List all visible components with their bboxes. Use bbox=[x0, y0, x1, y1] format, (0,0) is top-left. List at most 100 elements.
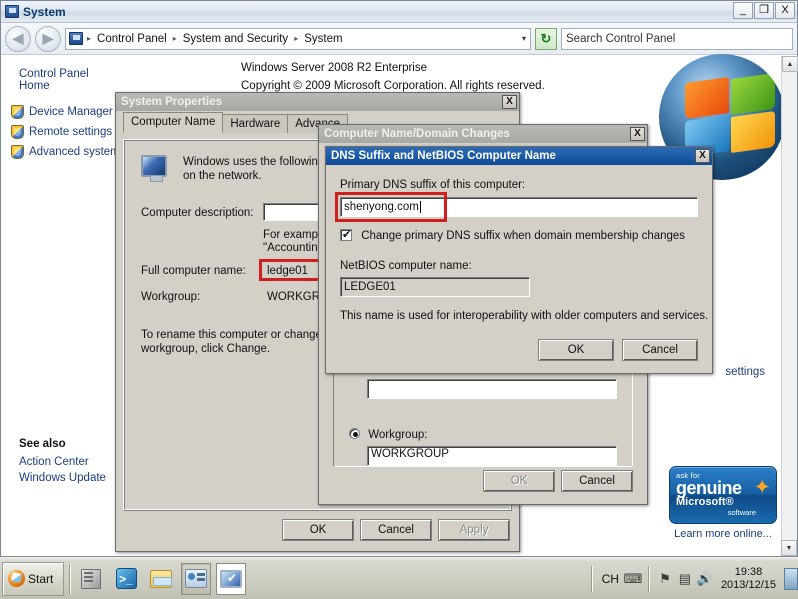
address-bar[interactable]: ▸ Control Panel ▸ System and Security ▸ … bbox=[65, 27, 531, 50]
vertical-scrollbar[interactable]: ▲ ▼ bbox=[781, 56, 798, 556]
dialog-title: System Properties bbox=[121, 96, 222, 108]
example-line-2: "Accounting bbox=[263, 242, 324, 254]
see-also-section: See also Action Center Windows Update bbox=[19, 438, 106, 486]
shield-icon bbox=[11, 125, 24, 139]
show-desktop-button[interactable] bbox=[784, 567, 798, 590]
start-button-label: Start bbox=[28, 571, 54, 586]
taskbar-window-server-manager[interactable] bbox=[181, 562, 211, 595]
tray-divider bbox=[590, 565, 593, 592]
close-icon[interactable]: X bbox=[695, 149, 710, 163]
see-also-action-center[interactable]: Action Center bbox=[19, 454, 106, 470]
forward-button[interactable]: ▶ bbox=[35, 25, 61, 52]
dns-dialog-buttons: OK Cancel bbox=[538, 339, 698, 361]
settings-link-fragment[interactable]: settings bbox=[725, 366, 765, 378]
clock-date: 2013/12/15 bbox=[720, 578, 776, 591]
close-icon[interactable]: X bbox=[502, 95, 517, 109]
domain-input[interactable] bbox=[367, 379, 617, 399]
tray-divider bbox=[647, 565, 650, 592]
scroll-up-icon[interactable]: ▲ bbox=[782, 56, 798, 72]
dns-dialog-body: Primary DNS suffix of this computer: she… bbox=[326, 165, 712, 373]
system-tray: CH ⌨ ⚑ ▤ 🔊 19:38 2013/12/15 bbox=[586, 562, 798, 596]
network-icon[interactable]: ▤ bbox=[675, 569, 695, 589]
taskbar-item-powershell[interactable]: >_ bbox=[111, 563, 141, 595]
workgroup-radio-label: Workgroup: bbox=[368, 429, 428, 441]
genuine-microsoft-section: ask for genuine Microsoft® software ✦ Le… bbox=[663, 466, 783, 540]
dns-suffix-netbios-dialog: DNS Suffix and NetBIOS Computer Name X P… bbox=[325, 146, 713, 374]
netbios-name-input[interactable]: LEDGE01 bbox=[340, 277, 530, 297]
taskbar-item-server-manager[interactable] bbox=[76, 563, 106, 595]
tab-computer-name[interactable]: Computer Name bbox=[123, 112, 224, 133]
workgroup-input[interactable]: WORKGROUP bbox=[367, 446, 617, 466]
breadcrumb-system-and-security[interactable]: System and Security bbox=[181, 32, 290, 46]
scroll-down-icon[interactable]: ▼ bbox=[781, 540, 797, 556]
taskbar-divider bbox=[69, 563, 71, 594]
cndc-titlebar: Computer Name/Domain Changes X bbox=[319, 125, 647, 143]
cancel-button[interactable]: Cancel bbox=[622, 339, 698, 361]
refresh-icon[interactable]: ↻ bbox=[535, 27, 557, 50]
explorer-titlebar: System _ ❐ X bbox=[1, 1, 797, 23]
workgroup-label: Workgroup: bbox=[141, 291, 201, 303]
star-icon: ✦ bbox=[753, 476, 771, 499]
taskbar: Start >_ CH ⌨ ⚑ ▤ 🔊 19:38 2013/12/15 bbox=[0, 557, 798, 599]
flag-icon[interactable]: ⚑ bbox=[655, 569, 675, 589]
explorer-toolbar: ◀ ▶ ▸ Control Panel ▸ System and Securit… bbox=[1, 23, 797, 55]
keyboard-icon[interactable]: ⌨ bbox=[623, 569, 643, 589]
computer-icon bbox=[141, 155, 167, 182]
learn-more-online-link[interactable]: Learn more online... bbox=[663, 524, 783, 540]
os-copyright: Copyright © 2009 Microsoft Corporation. … bbox=[241, 80, 545, 92]
system-properties-titlebar: System Properties X bbox=[116, 93, 519, 111]
genuine-microsoft-badge: ask for genuine Microsoft® software ✦ bbox=[669, 466, 777, 524]
back-button[interactable]: ◀ bbox=[5, 25, 31, 52]
genuine-software-word: software bbox=[727, 508, 756, 517]
volume-muted-icon[interactable]: 🔊 bbox=[695, 569, 715, 589]
search-input[interactable]: Search Control Panel bbox=[561, 27, 793, 50]
windows-start-orb-icon bbox=[8, 570, 25, 587]
full-computer-name-highlight bbox=[259, 259, 321, 281]
clock[interactable]: 19:38 2013/12/15 bbox=[715, 566, 782, 592]
sidebar-item-remote-settings[interactable]: Remote settings bbox=[1, 122, 119, 142]
sidebar-item-advanced-system[interactable]: Advanced system bbox=[1, 142, 120, 162]
change-dns-suffix-label: Change primary DNS suffix when domain me… bbox=[361, 230, 686, 242]
window-title: System bbox=[23, 4, 66, 19]
computer-description-label: Computer description: bbox=[141, 207, 254, 219]
radio-selected-icon bbox=[349, 428, 360, 439]
cancel-button[interactable]: Cancel bbox=[360, 519, 432, 541]
rename-hint-line-1: To rename this computer or change its bbox=[141, 329, 337, 341]
breadcrumb-separator: ▸ bbox=[294, 34, 299, 43]
workgroup-radio[interactable]: Workgroup: bbox=[349, 428, 427, 441]
window-controls: _ ❐ X bbox=[733, 2, 795, 19]
sidebar-item-control-panel-home[interactable]: Control Panel Home bbox=[1, 66, 119, 102]
quick-launch-bar: >_ bbox=[76, 562, 246, 595]
close-icon[interactable]: X bbox=[630, 127, 645, 141]
tab-hardware[interactable]: Hardware bbox=[222, 114, 289, 133]
breadcrumb-control-panel[interactable]: Control Panel bbox=[95, 32, 169, 46]
cancel-button[interactable]: Cancel bbox=[561, 470, 633, 492]
taskbar-window-system[interactable] bbox=[216, 562, 246, 595]
netbios-name-label: NetBIOS computer name: bbox=[340, 260, 472, 272]
chevron-down-icon[interactable]: ▾ bbox=[522, 34, 526, 43]
primary-dns-suffix-highlight bbox=[335, 192, 447, 222]
netbios-note: This name is used for interoperability w… bbox=[340, 310, 709, 322]
breadcrumb-system[interactable]: System bbox=[302, 32, 344, 46]
close-button[interactable]: X bbox=[775, 2, 795, 19]
sidebar-item-label: Remote settings bbox=[29, 126, 113, 138]
sidebar-item-label: Device Manager bbox=[29, 106, 113, 118]
language-indicator[interactable]: CH bbox=[598, 572, 623, 586]
change-dns-suffix-checkbox[interactable]: Change primary DNS suffix when domain me… bbox=[340, 228, 686, 242]
dialog-title: DNS Suffix and NetBIOS Computer Name bbox=[331, 150, 556, 162]
start-button[interactable]: Start bbox=[2, 561, 64, 596]
ok-button[interactable]: OK bbox=[282, 519, 354, 541]
system-window-icon bbox=[5, 5, 19, 18]
sidebar-item-device-manager[interactable]: Device Manager bbox=[1, 102, 119, 122]
folder-icon bbox=[150, 569, 172, 588]
system-properties-buttons: OK Cancel Apply bbox=[116, 519, 510, 541]
ok-button[interactable]: OK bbox=[538, 339, 614, 361]
restore-button[interactable]: ❐ bbox=[754, 2, 774, 19]
checkbox-checked-icon bbox=[340, 228, 352, 241]
taskbar-item-windows-explorer[interactable] bbox=[146, 563, 176, 595]
see-also-windows-update[interactable]: Windows Update bbox=[19, 470, 106, 486]
minimize-button[interactable]: _ bbox=[733, 2, 753, 19]
rename-hint-line-2: workgroup, click Change. bbox=[141, 343, 271, 355]
server-manager-icon bbox=[185, 569, 207, 588]
breadcrumb-separator: ▸ bbox=[87, 34, 92, 43]
